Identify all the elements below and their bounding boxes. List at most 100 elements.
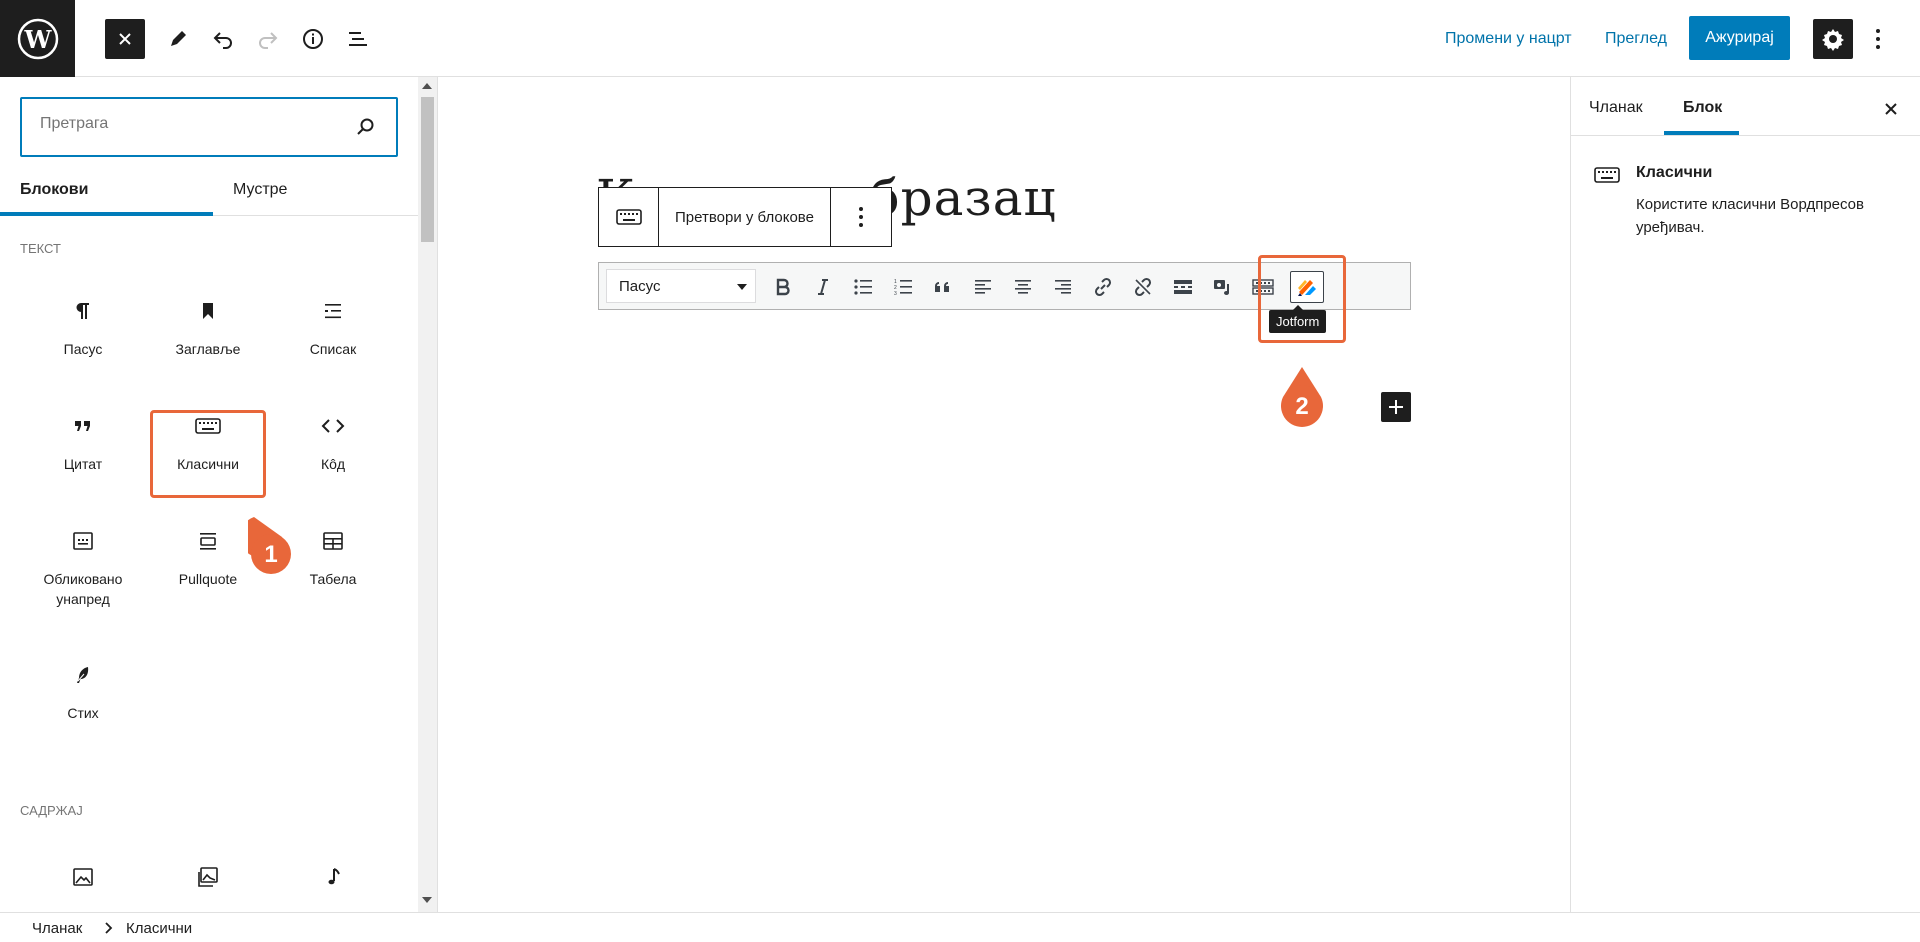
preview-link[interactable]: Преглед bbox=[1605, 30, 1667, 48]
read-more-button[interactable] bbox=[1167, 271, 1199, 303]
undo-button[interactable] bbox=[203, 19, 243, 59]
gear-icon bbox=[1822, 29, 1844, 51]
tab-blocks[interactable]: Блокови bbox=[20, 181, 88, 199]
convert-to-blocks-button[interactable]: Претвори у блокове bbox=[659, 188, 831, 246]
block-list[interactable]: Списак bbox=[277, 275, 389, 385]
list-view-icon bbox=[349, 32, 367, 46]
close-sidebar-button[interactable] bbox=[1879, 97, 1903, 121]
scroll-up-arrow[interactable] bbox=[422, 83, 432, 89]
close-icon bbox=[119, 33, 131, 45]
link-icon bbox=[1094, 277, 1112, 297]
chevron-down-icon bbox=[737, 284, 747, 290]
numbered-list-icon: 1 2 3 bbox=[894, 279, 912, 296]
top-toolbar: W Промени у нацрт Преглед Ажурирај bbox=[0, 0, 1920, 77]
close-inserter-button[interactable] bbox=[105, 19, 145, 59]
options-button[interactable] bbox=[1866, 19, 1890, 59]
keyboard-icon bbox=[1594, 167, 1620, 183]
gallery-icon bbox=[194, 863, 222, 891]
format-select[interactable]: Пасус bbox=[606, 269, 756, 303]
svg-text:3: 3 bbox=[894, 291, 897, 296]
align-center-button[interactable] bbox=[1007, 271, 1039, 303]
close-icon bbox=[1885, 103, 1897, 115]
block-type-button[interactable] bbox=[599, 188, 659, 246]
block-gallery[interactable] bbox=[152, 841, 264, 912]
bold-icon bbox=[776, 278, 790, 296]
read-more-icon bbox=[1174, 280, 1192, 294]
bookmark-icon bbox=[194, 297, 222, 325]
details-button[interactable] bbox=[293, 19, 333, 59]
chevron-right-icon bbox=[105, 922, 113, 934]
settings-sidebar: Чланак Блок Класични Користите класични … bbox=[1570, 77, 1920, 912]
align-right-icon bbox=[1055, 280, 1071, 294]
tabs-divider bbox=[1571, 135, 1920, 136]
block-paragraph[interactable]: Пасус bbox=[27, 275, 139, 385]
wordpress-logo-icon[interactable]: W bbox=[0, 0, 75, 77]
block-verse[interactable]: Стих bbox=[27, 639, 139, 749]
remove-link-button[interactable] bbox=[1127, 271, 1159, 303]
quote-icon bbox=[935, 282, 949, 292]
bold-button[interactable] bbox=[767, 271, 799, 303]
category-text-title: Текст bbox=[20, 241, 61, 256]
scroll-thumb[interactable] bbox=[421, 97, 434, 242]
numbered-list-button[interactable]: 1 2 3 bbox=[887, 271, 919, 303]
add-block-button[interactable] bbox=[1381, 392, 1411, 422]
align-left-button[interactable] bbox=[967, 271, 999, 303]
annotation-number-2: 2 bbox=[1295, 393, 1308, 420]
inserter-scrollbar[interactable] bbox=[418, 77, 437, 912]
switch-to-draft-link[interactable]: Промени у нацрт bbox=[1445, 30, 1572, 48]
block-toolbar: Претвори у блокове bbox=[598, 187, 892, 247]
feather-icon bbox=[69, 661, 97, 689]
media-icon bbox=[1214, 280, 1229, 295]
bulleted-list-button[interactable] bbox=[847, 271, 879, 303]
align-left-icon bbox=[975, 280, 991, 294]
paragraph-icon bbox=[69, 297, 97, 325]
blockquote-button[interactable] bbox=[927, 271, 959, 303]
block-audio[interactable] bbox=[277, 841, 389, 912]
align-right-button[interactable] bbox=[1047, 271, 1079, 303]
block-inserter-panel: Блокови Мустре Текст Пасус Заглавље Спис… bbox=[0, 77, 438, 912]
add-media-button[interactable] bbox=[1207, 271, 1239, 303]
list-view-button[interactable] bbox=[338, 19, 378, 59]
breadcrumb-item-block[interactable]: Класични bbox=[126, 920, 192, 937]
editor-canvas: Контакт образац Претвори у блокове Пасус bbox=[438, 77, 1570, 912]
search-icon[interactable] bbox=[354, 115, 378, 139]
table-icon bbox=[319, 527, 347, 555]
redo-button[interactable] bbox=[248, 19, 288, 59]
annotation-marker-2: 2 bbox=[1281, 367, 1323, 427]
tab-post[interactable]: Чланак bbox=[1589, 99, 1643, 117]
redo-icon bbox=[259, 32, 278, 49]
block-preformatted[interactable]: Обликовано унапред bbox=[27, 505, 139, 615]
block-label: Заглавље bbox=[175, 341, 241, 357]
category-media-title: Садржај bbox=[20, 803, 83, 818]
active-tab-indicator bbox=[0, 212, 213, 216]
undo-icon bbox=[213, 32, 232, 49]
tab-patterns[interactable]: Мустре bbox=[233, 181, 287, 199]
settings-button[interactable] bbox=[1813, 19, 1853, 59]
tab-block[interactable]: Блок bbox=[1683, 99, 1722, 117]
insert-link-button[interactable] bbox=[1087, 271, 1119, 303]
breadcrumb-item-post[interactable]: Чланак bbox=[32, 920, 82, 937]
code-icon bbox=[319, 412, 347, 440]
block-image[interactable] bbox=[27, 841, 139, 912]
block-label: Обликовано унапред bbox=[43, 571, 123, 607]
pencil-icon bbox=[171, 31, 186, 46]
block-options-button[interactable] bbox=[831, 188, 891, 246]
block-label: Табела bbox=[309, 571, 357, 587]
update-button[interactable]: Ажурирај bbox=[1689, 16, 1790, 60]
block-heading[interactable]: Заглавље bbox=[152, 275, 264, 385]
format-select-value: Пасус bbox=[619, 277, 661, 295]
block-label: Стих bbox=[67, 705, 99, 721]
svg-text:W: W bbox=[23, 25, 52, 54]
block-code[interactable]: Кôд bbox=[277, 390, 389, 500]
search-input[interactable] bbox=[40, 115, 340, 133]
unlink-icon bbox=[1134, 277, 1152, 297]
block-quote[interactable]: Цитат bbox=[27, 390, 139, 500]
tools-button[interactable] bbox=[158, 19, 198, 59]
search-box bbox=[20, 97, 398, 157]
scroll-down-arrow[interactable] bbox=[422, 897, 432, 903]
italic-button[interactable] bbox=[807, 271, 839, 303]
align-center-icon bbox=[1015, 280, 1031, 294]
jotform-highlight bbox=[1258, 255, 1346, 343]
block-label: Списак bbox=[309, 341, 357, 357]
block-label: Цитат bbox=[63, 456, 103, 472]
